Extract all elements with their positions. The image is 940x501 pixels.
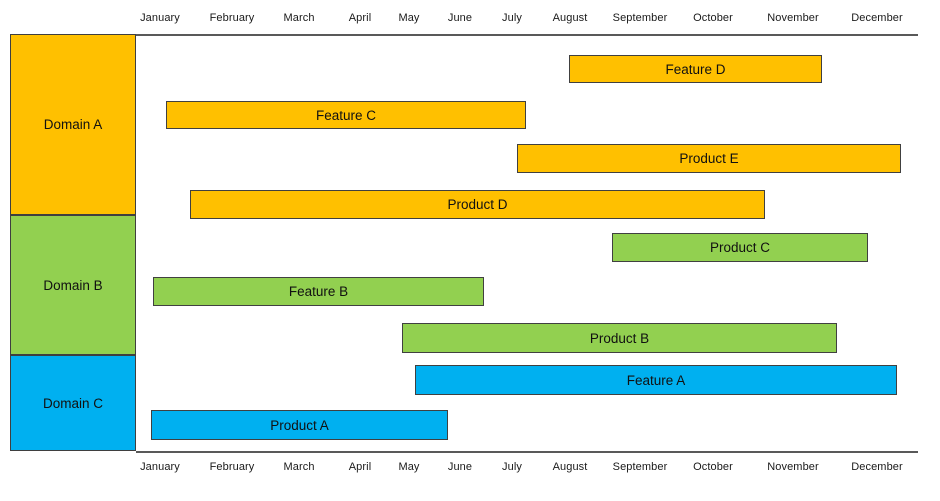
month-label-bottom-march: March	[283, 461, 315, 473]
month-label-bottom-october: October	[693, 461, 733, 473]
task-bar-label: Product A	[270, 417, 329, 433]
task-bar-label: Product E	[679, 151, 739, 166]
month-label-bottom-december: December	[851, 461, 903, 473]
domain-box-label: Domain A	[43, 117, 103, 132]
task-bar-label: Product D	[447, 197, 508, 212]
domain-box-label: Domain B	[43, 277, 103, 293]
task-bar-product-d[interactable]: Product D	[190, 190, 765, 219]
month-label-bottom-november: November	[767, 461, 819, 473]
month-label-bottom-may: May	[398, 461, 420, 473]
task-bar-feature-b[interactable]: Feature B	[153, 277, 484, 306]
domain-box-domain-c: Domain C	[10, 355, 136, 451]
month-label-top-april: April	[348, 12, 372, 24]
month-label-bottom-february: February	[209, 461, 255, 473]
task-bar-product-e[interactable]: Product E	[517, 144, 901, 173]
task-bar-product-a[interactable]: Product A	[151, 410, 448, 440]
month-label-top-february: February	[209, 12, 255, 24]
task-bar-product-b[interactable]: Product B	[402, 323, 837, 353]
month-label-bottom-july: July	[502, 461, 522, 473]
month-label-bottom-june: June	[447, 461, 473, 473]
task-bar-label: Feature A	[626, 372, 686, 388]
domain-box-domain-a: Domain A	[10, 34, 136, 215]
task-bar-label: Feature B	[288, 284, 349, 299]
month-label-top-october: October	[693, 12, 733, 24]
bottom-axis-line	[136, 451, 918, 453]
task-bar-feature-c[interactable]: Feature C	[166, 101, 526, 129]
month-label-top-december: December	[851, 12, 903, 24]
month-label-bottom-april: April	[348, 461, 372, 473]
month-label-bottom-september: September	[612, 461, 668, 473]
task-bar-label: Product C	[709, 240, 771, 255]
gantt-chart: January February March April May June July Augu…	[0, 0, 940, 501]
task-bar-product-c[interactable]: Product C	[612, 233, 868, 262]
month-label-top-may: May	[398, 12, 420, 24]
month-label-top-july: July	[502, 12, 522, 24]
domain-box-domain-b: Domain B	[10, 215, 136, 355]
task-bar-label: Product B	[589, 330, 650, 346]
month-label-top-january: January	[140, 12, 180, 24]
task-bar-feature-a[interactable]: Feature A	[415, 365, 897, 395]
month-label-top-june: June	[447, 12, 473, 24]
task-bar-label: Feature C	[315, 107, 377, 123]
month-label-top-september: September	[612, 12, 668, 24]
domain-box-label: Domain C	[42, 395, 104, 411]
top-axis-line	[136, 34, 918, 36]
task-bar-label: Feature D	[665, 61, 726, 77]
month-label-top-august: August	[552, 12, 588, 24]
month-label-bottom-august: August	[552, 461, 588, 473]
month-label-bottom-january: January	[140, 461, 180, 473]
month-label-top-november: November	[767, 12, 819, 24]
month-label-top-march: March	[283, 12, 315, 24]
task-bar-feature-d[interactable]: Feature D	[569, 55, 822, 83]
